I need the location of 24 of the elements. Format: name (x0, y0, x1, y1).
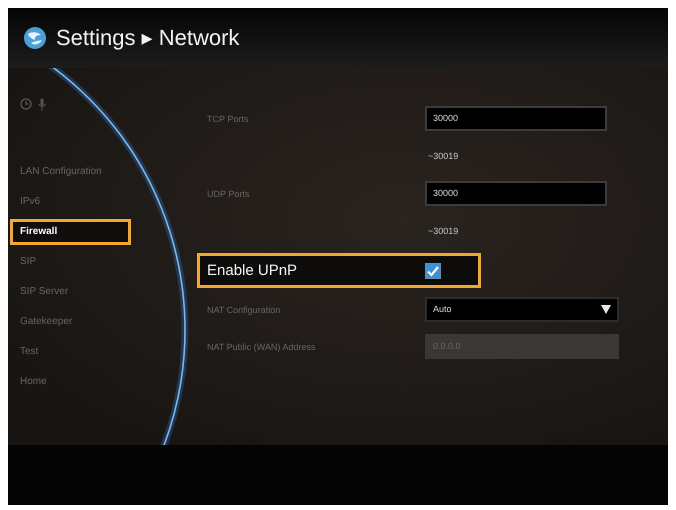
clock-icon (20, 98, 32, 110)
globe-icon (23, 26, 47, 50)
microphone-icon (38, 98, 46, 110)
field-label: NAT Configuration (206, 304, 282, 314)
checkbox[interactable] (425, 262, 441, 278)
field-label: NAT Public (WAN) Address (206, 342, 316, 352)
input-field[interactable]: 30000 (425, 181, 607, 206)
sidebar-item[interactable]: Gatekeeper (10, 309, 131, 335)
port-range-note: ~30019 (428, 151, 458, 161)
port-range-note: ~30019 (428, 226, 458, 236)
sidebar-item[interactable]: SIP Server (10, 279, 131, 305)
field-label: UDP Ports (206, 188, 250, 198)
page-title: Settings ▸ Network (56, 25, 240, 51)
caret-icon (601, 305, 611, 314)
field-label: TCP Ports (206, 114, 250, 124)
sidebar-item[interactable]: LAN Configuration (10, 159, 131, 185)
dropdown[interactable]: Auto (425, 297, 619, 322)
sidebar-item[interactable]: IPv6 (10, 189, 131, 215)
sidebar-item[interactable]: Home (10, 369, 131, 395)
sidebar-item[interactable]: Test (10, 339, 131, 365)
sidebar-item[interactable]: Firewall (10, 219, 131, 245)
sidebar-item[interactable]: SIP (10, 249, 131, 275)
field-label: Enable UPnP (206, 262, 298, 279)
input-field[interactable]: 30000 (425, 106, 607, 131)
